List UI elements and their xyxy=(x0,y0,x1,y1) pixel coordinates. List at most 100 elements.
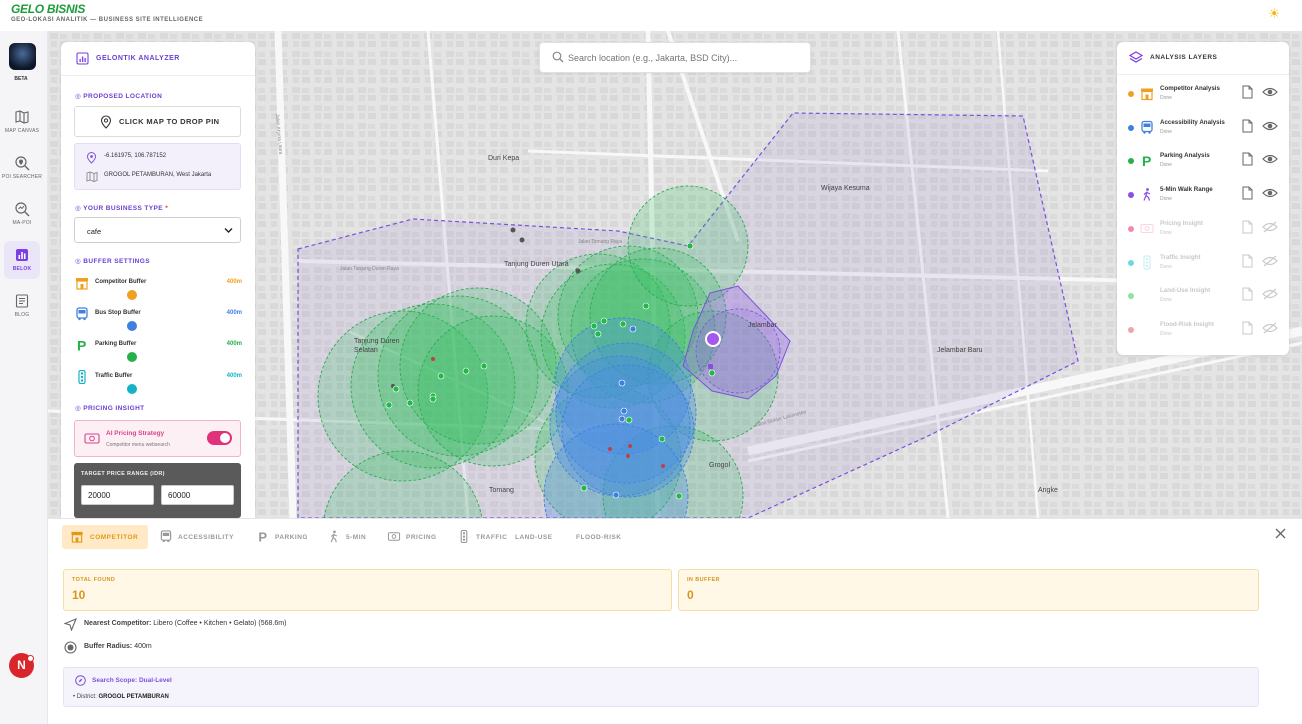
layer-row[interactable]: Competitor Analysis Done xyxy=(1117,80,1289,110)
buffer-slider-handle[interactable] xyxy=(127,384,137,394)
competitor-buffer-row: Competitor Buffer 400m xyxy=(75,276,242,304)
tab-pricing[interactable]: PRICING xyxy=(387,525,447,549)
tab-label: LAND-USE xyxy=(515,534,553,541)
buffer-settings-title: ◎ BUFFER SETTINGS xyxy=(75,258,150,265)
sun-icon[interactable]: ☀ xyxy=(1268,6,1280,22)
tab-label: COMPETITOR xyxy=(90,534,139,541)
divider xyxy=(1117,74,1289,75)
nav-ma-poi[interactable]: MA-POI xyxy=(0,201,44,226)
layer-row[interactable]: Traffic Insight Done xyxy=(1117,249,1289,279)
tab-competitor[interactable]: COMPETITOR xyxy=(62,525,148,549)
close-icon[interactable] xyxy=(1275,528,1286,539)
parking-icon: P xyxy=(77,338,86,352)
search-input[interactable] xyxy=(568,49,804,67)
nav-label: MAP CANVAS xyxy=(4,128,40,134)
map-label: Tanjung Duren Utara xyxy=(504,261,569,268)
document-icon[interactable] xyxy=(1241,220,1253,234)
proposed-location-title: ◎ PROPOSED LOCATION xyxy=(75,93,163,100)
nav-belok[interactable]: BELOK xyxy=(0,247,44,272)
map-label: Tomang xyxy=(489,487,514,494)
total-found-label: TOTAL FOUND xyxy=(72,577,116,583)
tab-label: ACCESSIBILITY xyxy=(178,534,234,541)
nav-label: BLOG xyxy=(14,312,30,318)
eye-icon[interactable] xyxy=(1262,86,1278,98)
nearest-value: Libero (Coffee • Kitchen • Gelato) (568.… xyxy=(153,620,287,627)
bus-icon xyxy=(160,530,172,543)
analyzer-title: GELONTIK ANALYZER xyxy=(96,55,180,62)
eye-off-icon[interactable] xyxy=(1262,322,1278,334)
layer-name: 5-Min Walk Range xyxy=(1160,186,1213,194)
nav-map-canvas[interactable]: MAP CANVAS xyxy=(0,109,44,134)
eye-off-icon[interactable] xyxy=(1262,255,1278,267)
scope-district: • District: GROGOL PETAMBURAN xyxy=(73,694,169,700)
location-pin-icon xyxy=(86,152,97,164)
bus-stop-buffer-row: Bus Stop Buffer 400m xyxy=(75,307,242,335)
money-icon xyxy=(387,532,401,541)
street-label: Jalan Tanjung Duren Raya xyxy=(340,266,399,272)
eye-icon[interactable] xyxy=(1262,187,1278,199)
brand-logo[interactable]: GELO BISNIS xyxy=(11,2,85,16)
beta-label: BETA xyxy=(14,76,28,82)
document-icon[interactable] xyxy=(1241,152,1253,166)
district-value: GROGOL PETAMBURAN xyxy=(98,694,169,700)
total-found-value: 10 xyxy=(72,588,86,602)
tab-label: TRAFFIC xyxy=(476,534,508,541)
section-title-text: YOUR BUSINESS TYPE xyxy=(83,205,163,212)
layer-row[interactable]: Land-Use Insight Done xyxy=(1117,282,1289,312)
layer-color-dot xyxy=(1128,124,1134,131)
ai-pricing-toggle[interactable] xyxy=(207,431,232,445)
tab-flood-risk[interactable]: FLOOD-RISK xyxy=(576,525,636,549)
drop-pin-button[interactable]: CLICK MAP TO DROP PIN xyxy=(74,106,241,137)
search-scope-card: Search Scope: Dual-Level • District: GRO… xyxy=(63,667,1259,707)
proposed-location-pin[interactable] xyxy=(705,331,721,347)
document-icon[interactable] xyxy=(1241,321,1253,335)
tab-traffic[interactable]: TRAFFIC xyxy=(457,525,507,549)
tab-land-use[interactable]: LAND-USE xyxy=(515,525,565,549)
eye-off-icon[interactable] xyxy=(1262,221,1278,233)
buffer-value: 400m xyxy=(226,310,242,316)
buffer-slider-handle[interactable] xyxy=(127,352,137,362)
nav-poi-searcher[interactable]: POI SEARCHER xyxy=(0,155,44,180)
price-min-input[interactable] xyxy=(81,485,154,505)
layer-color-dot xyxy=(1128,259,1134,266)
document-icon[interactable] xyxy=(1241,186,1253,200)
buffer-label: Competitor Buffer xyxy=(95,279,147,285)
app-logo[interactable] xyxy=(9,43,36,70)
layer-color-dot xyxy=(1128,192,1134,199)
radius-value: 400m xyxy=(134,643,152,650)
eye-off-icon[interactable] xyxy=(1262,288,1278,300)
buffer-slider-handle[interactable] xyxy=(127,321,137,331)
buffer-slider-handle[interactable] xyxy=(127,290,137,300)
document-icon[interactable] xyxy=(1241,85,1253,99)
location-card: -6.161975, 106.787152 GROGOL PETAMBURAN,… xyxy=(74,143,241,190)
tab-accessibility[interactable]: ACCESSIBILITY xyxy=(159,525,247,549)
business-type-select[interactable]: cafe xyxy=(74,217,241,243)
buffer-value: 400m xyxy=(226,279,242,285)
coordinates-text: -6.161975, 106.787152 xyxy=(104,153,167,159)
layer-row[interactable]: Pricing Insight Done xyxy=(1117,215,1289,245)
section-title-text: PRICING INSIGHT xyxy=(83,405,145,412)
layer-name: Traffic Insight xyxy=(1160,253,1201,261)
layer-row[interactable]: 5-Min Walk Range Done xyxy=(1117,181,1289,211)
layer-color-dot xyxy=(1128,293,1134,300)
location-search[interactable] xyxy=(539,42,811,73)
nav-blog[interactable]: BLOG xyxy=(0,293,44,318)
document-icon[interactable] xyxy=(1241,287,1253,301)
tab-5-min[interactable]: 5-MIN xyxy=(327,525,379,549)
eye-icon[interactable] xyxy=(1262,120,1278,132)
tab-parking[interactable]: P PARKING xyxy=(256,525,316,549)
layer-row[interactable]: Flood-Risk Insight Done xyxy=(1117,316,1289,346)
ai-pricing-title: AI Pricing Strategy xyxy=(106,430,165,437)
document-icon[interactable] xyxy=(1241,254,1253,268)
layer-status: Done xyxy=(1160,297,1172,304)
analysis-layers-panel: ANALYSIS LAYERS Competitor Analysis Done… xyxy=(1117,42,1289,355)
traffic-light-icon xyxy=(460,530,468,543)
eye-icon[interactable] xyxy=(1262,153,1278,165)
top-bar: GELO BISNIS GEO-LOKASI ANALITIK — BUSINE… xyxy=(0,0,1302,31)
parking-buffer-row: P Parking Buffer 400m xyxy=(75,338,242,366)
layer-row[interactable]: Accessibility Analysis Done xyxy=(1117,114,1289,144)
document-icon[interactable] xyxy=(1241,119,1253,133)
buffer-value: 400m xyxy=(226,373,242,379)
layer-row[interactable]: P Parking Analysis Done xyxy=(1117,147,1289,177)
price-max-input[interactable] xyxy=(161,485,234,505)
